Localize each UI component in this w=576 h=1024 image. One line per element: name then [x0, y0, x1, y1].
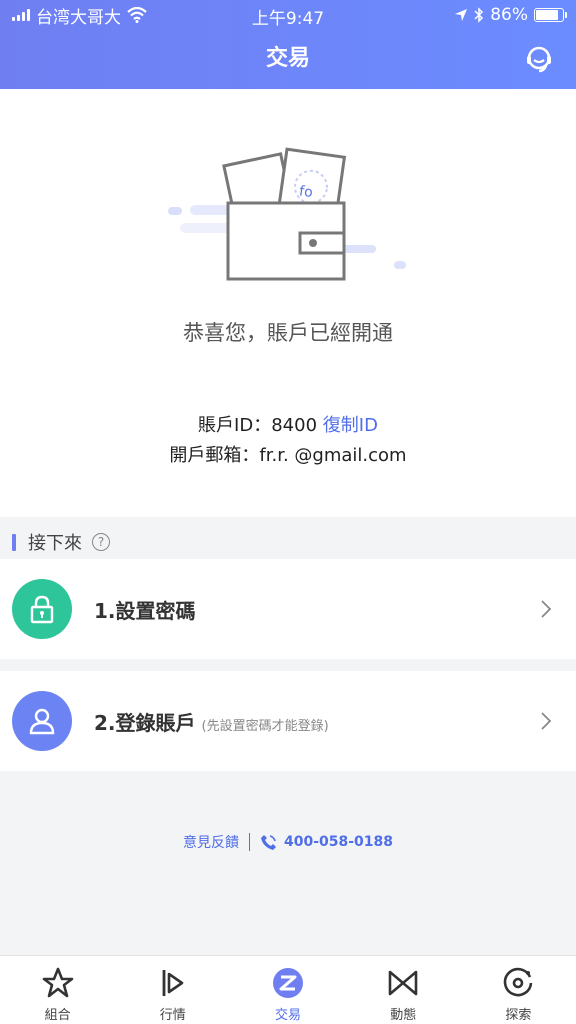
status-bar: 台湾大哥大 上午9:47 86% [0, 0, 576, 30]
step-set-password[interactable]: 1.設置密碼 [0, 559, 576, 659]
account-opened-panel: $ fo 恭喜您，賬戶已經開通 賬戶ID：8400 復制ID 開戶郵箱：fr.r… [0, 89, 576, 517]
account-email-line: 開戶郵箱：fr.r. @gmail.com [0, 441, 576, 467]
status-time: 上午9:47 [251, 9, 325, 29]
phone-link[interactable]: 400-058-0188 [260, 833, 393, 851]
app-header: 台湾大哥大 上午9:47 86% 交易 [0, 0, 576, 89]
account-id-line: 賬戶ID：8400 復制ID [0, 411, 576, 437]
account-id-label: 賬戶ID： [198, 415, 272, 436]
next-steps-header: 接下來 ? [0, 525, 576, 559]
user-icon [12, 691, 72, 751]
battery-icon [534, 8, 567, 22]
wallet-illustration: $ fo [168, 147, 406, 281]
svg-text:fo: fo [298, 183, 314, 201]
contact-bar: 意見反饋 400-058-0188 [0, 832, 576, 852]
next-steps-label: 接下來 [28, 533, 82, 554]
chevron-right-icon [541, 600, 552, 618]
tab-label: 組合 [44, 1008, 71, 1023]
tab-market[interactable]: 行情 [115, 956, 230, 1024]
page-title: 交易 [265, 46, 310, 71]
bowtie-icon [388, 970, 418, 996]
success-message: 恭喜您，賬戶已經開通 [183, 321, 393, 345]
step-title: 2.登錄賬戶 (先設置密碼才能登錄) [94, 710, 329, 735]
phone-number: 400-058-0188 [283, 834, 394, 850]
lock-icon [12, 579, 72, 639]
tab-label: 探索 [505, 1008, 532, 1023]
step-title: 1.設置密碼 [94, 598, 196, 623]
account-id-value: 8400 [271, 415, 318, 436]
feedback-link[interactable]: 意見反饋 [183, 832, 239, 852]
account-email-value: fr.r. @gmail.com [259, 445, 407, 466]
flag-play-icon [162, 970, 184, 996]
star-icon [42, 967, 73, 998]
tab-label: 動態 [390, 1008, 417, 1023]
tab-portfolio[interactable]: 組合 [0, 956, 115, 1024]
chevron-right-icon [541, 712, 552, 730]
tab-label: 交易 [275, 1008, 302, 1023]
discover-icon [504, 967, 533, 997]
headset-icon[interactable] [524, 44, 554, 74]
account-email-label: 開戶郵箱： [169, 445, 260, 466]
tab-trade[interactable]: 交易 [230, 956, 345, 1024]
question-icon[interactable]: ? [92, 533, 110, 551]
trade-icon [273, 968, 303, 998]
tab-feed[interactable]: 動態 [346, 956, 461, 1024]
step-login-account[interactable]: 2.登錄賬戶 (先設置密碼才能登錄) [0, 671, 576, 771]
section-accent-bar [12, 533, 16, 551]
bottom-tab-bar: 組合 行情 交易 動態 探索 [0, 955, 576, 1024]
phone-icon [260, 835, 276, 850]
tab-label: 行情 [159, 1008, 186, 1023]
divider [248, 833, 250, 851]
copy-id-link[interactable]: 復制ID [323, 415, 378, 436]
tab-explore[interactable]: 探索 [461, 956, 576, 1024]
